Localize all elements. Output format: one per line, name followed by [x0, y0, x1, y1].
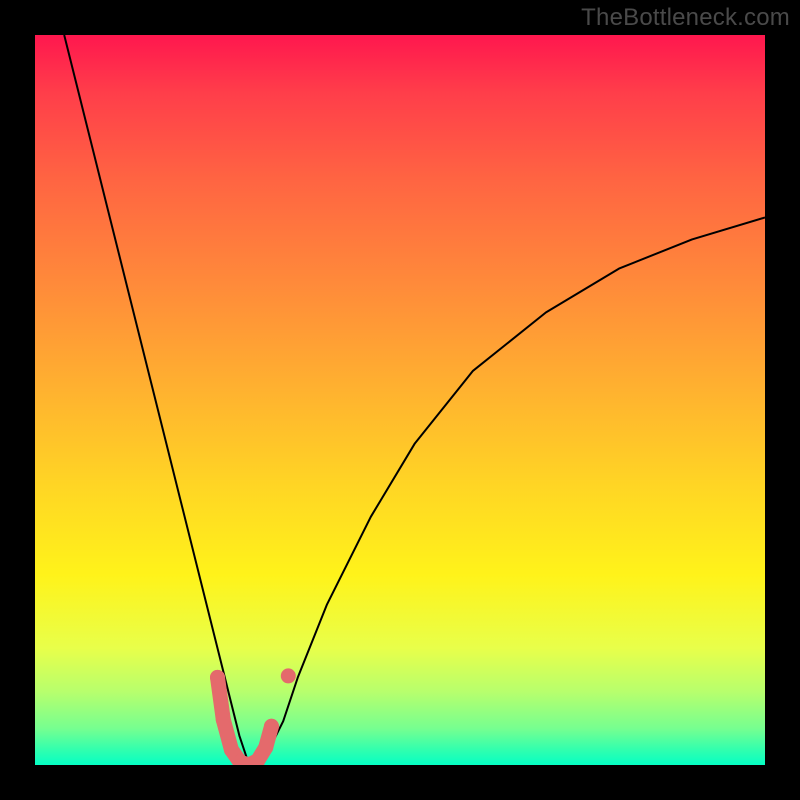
gradient-plot-background	[35, 35, 765, 765]
chart-frame: TheBottleneck.com	[0, 0, 800, 800]
watermark-text: TheBottleneck.com	[581, 4, 790, 32]
